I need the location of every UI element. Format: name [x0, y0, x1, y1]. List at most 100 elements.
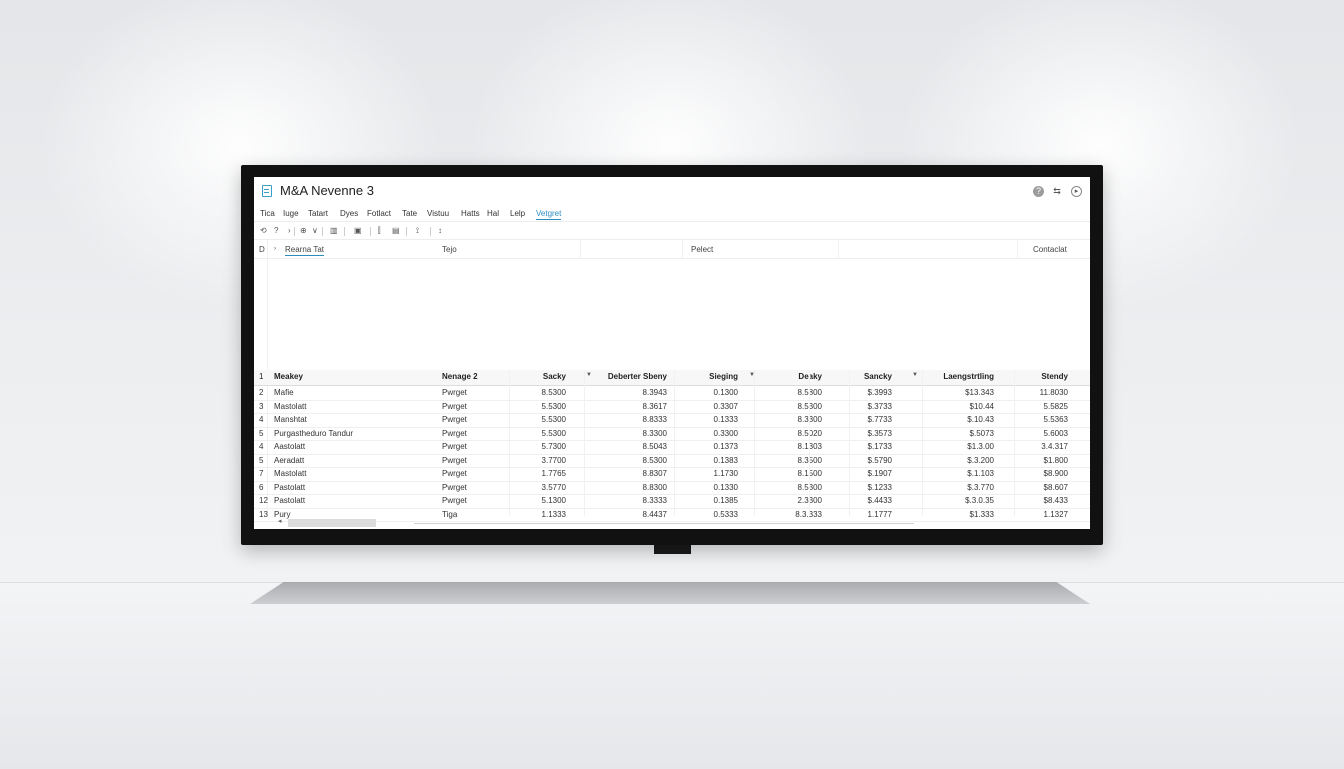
table-cell[interactable]: 3.4.317: [1034, 442, 1068, 451]
table-cell[interactable]: 8.5300: [784, 402, 822, 411]
table-row[interactable]: 7 Mastolatt Pwrget 1.7765 8.8307 1.1730 8.1500…: [254, 467, 1090, 482]
table-cell[interactable]: Mafie: [274, 388, 434, 397]
table-row[interactable]: 5 Purgastheduro Tandur Pwrget 5.5300 8.3300 0…: [254, 427, 1090, 441]
table-cell[interactable]: Aeradatt: [274, 456, 434, 465]
column-header[interactable]: Stendy: [1034, 372, 1068, 381]
table-row[interactable]: 5 Aeradatt Pwrget 3.7700 8.5300 0.1383 8.3500 $…: [254, 454, 1090, 468]
scroll-left-icon[interactable]: ◂: [278, 517, 282, 525]
table-cell[interactable]: 8.1303: [784, 442, 822, 451]
table-cell[interactable]: 0.3307: [694, 402, 738, 411]
table-cell[interactable]: Pwrget: [442, 469, 502, 478]
table-cell[interactable]: 8.3943: [596, 388, 667, 397]
table-cell[interactable]: $.7733: [854, 415, 892, 424]
column-header[interactable]: Sacky: [516, 372, 566, 381]
table-cell[interactable]: $1.800: [1034, 456, 1068, 465]
table-cell[interactable]: 3.5770: [516, 483, 566, 492]
table-cell[interactable]: 8.5043: [596, 442, 667, 451]
horizontal-scrollbar[interactable]: ◂: [254, 516, 1090, 529]
menu-item[interactable]: Hatts: [461, 209, 480, 218]
scrollbar-track[interactable]: [414, 523, 914, 524]
dropdown-icon[interactable]: ›: [288, 226, 291, 235]
table-cell[interactable]: 3.7700: [516, 456, 566, 465]
menu-item[interactable]: Fotlact: [367, 209, 391, 218]
swap-icon[interactable]: ⇆: [1050, 186, 1064, 197]
table-cell[interactable]: 8.3617: [596, 402, 667, 411]
table-cell[interactable]: 8.5800: [784, 388, 822, 397]
table-cell[interactable]: Aastolatt: [274, 442, 434, 451]
table-cell[interactable]: $8.900: [1034, 469, 1068, 478]
menu-item[interactable]: Tica: [260, 209, 275, 218]
table-cell[interactable]: 5.5825: [1034, 402, 1068, 411]
table-row[interactable]: 4 Aastolatt Pwrget 5.7300 8.5043 0.1373 8.1303…: [254, 440, 1090, 455]
filter-dropdown-icon[interactable]: ▼: [912, 372, 918, 378]
menu-item[interactable]: Iuge: [283, 209, 299, 218]
table-cell[interactable]: Pwrget: [442, 415, 502, 424]
scrollbar-thumb[interactable]: [288, 519, 376, 527]
table-cell[interactable]: 0.1385: [694, 496, 738, 505]
table-cell[interactable]: 8.8300: [596, 483, 667, 492]
table-row[interactable]: 4 Manshtat Pwrget 5.5300 8.8333 0.1333 8.3300 $…: [254, 413, 1090, 428]
table-cell[interactable]: Mastolatt: [274, 402, 434, 411]
table-cell[interactable]: 0.3300: [694, 429, 738, 438]
table-cell[interactable]: 8.1500: [784, 469, 822, 478]
table-cell[interactable]: 5.7300: [516, 442, 566, 451]
undo-icon[interactable]: ⟲: [260, 226, 267, 235]
column-header[interactable]: Deaky: [784, 372, 822, 381]
menu-item[interactable]: Dyes: [340, 209, 358, 218]
image-icon[interactable]: ▤: [392, 226, 400, 235]
sheet-tab[interactable]: Rearna Tat: [285, 245, 324, 256]
table-cell[interactable]: Pwrget: [442, 483, 502, 492]
table-cell[interactable]: $.10.43: [944, 415, 994, 424]
menu-item[interactable]: Tatart: [308, 209, 328, 218]
table-cell[interactable]: 5.1300: [516, 496, 566, 505]
table-cell[interactable]: 8.3300: [784, 415, 822, 424]
table-row[interactable]: 2 Mafie Pwrget 8.5300 8.3943 0.1300 8.5800 $.39…: [254, 386, 1090, 401]
column-header[interactable]: Laengstrtling: [926, 372, 994, 381]
table-row[interactable]: 6 Pastolatt Pwrget 3.5770 8.8300 0.1330 8.5300…: [254, 481, 1090, 495]
table-cell[interactable]: 0.1383: [694, 456, 738, 465]
table-cell[interactable]: 8.3300: [596, 429, 667, 438]
table-cell[interactable]: $.3573: [854, 429, 892, 438]
table-cell[interactable]: Pwrget: [442, 402, 502, 411]
table-cell[interactable]: 8.5300: [596, 456, 667, 465]
table-cell[interactable]: Purgastheduro Tandur: [274, 429, 434, 438]
table-cell[interactable]: 5.5300: [516, 429, 566, 438]
table-cell[interactable]: $.5073: [944, 429, 994, 438]
table-cell[interactable]: Pastolatt: [274, 483, 434, 492]
table-cell[interactable]: 8.8307: [596, 469, 667, 478]
table-cell[interactable]: 11.8030: [1034, 388, 1068, 397]
column-header[interactable]: Deberter Sbeny: [596, 372, 667, 381]
chevron-down-icon[interactable]: ∨: [312, 226, 318, 235]
table-cell[interactable]: 8.8333: [596, 415, 667, 424]
table-cell[interactable]: 0.1333: [694, 415, 738, 424]
table-row[interactable]: 12 Pastolatt Pwrget 5.1300 8.3333 0.1385 2.330…: [254, 494, 1090, 509]
table-cell[interactable]: Manshtat: [274, 415, 434, 424]
table-cell[interactable]: $.3.0.35: [944, 496, 994, 505]
help-icon[interactable]: ?: [274, 226, 278, 235]
menu-item[interactable]: Tate: [402, 209, 417, 218]
menu-item[interactable]: Lelp: [510, 209, 525, 218]
table-cell[interactable]: 0.1373: [694, 442, 738, 451]
table-cell[interactable]: $.3.770: [944, 483, 994, 492]
expand-icon[interactable]: ›: [274, 246, 276, 252]
filter-dropdown-icon[interactable]: ▼: [586, 372, 592, 378]
table-cell[interactable]: Pwrget: [442, 496, 502, 505]
table-cell[interactable]: Pwrget: [442, 456, 502, 465]
table-cell[interactable]: $8.607: [1034, 483, 1068, 492]
align-icon[interactable]: ⫿: [378, 226, 381, 236]
table-cell[interactable]: 1.7765: [516, 469, 566, 478]
table-cell[interactable]: 5.6003: [1034, 429, 1068, 438]
table-cell[interactable]: Pwrget: [442, 429, 502, 438]
menu-item[interactable]: Vistuu: [427, 209, 449, 218]
table-cell[interactable]: $1.3.00: [944, 442, 994, 451]
table-cell[interactable]: 8.5300: [784, 483, 822, 492]
table-cell[interactable]: $.3993: [854, 388, 892, 397]
table-cell[interactable]: 8.5020: [784, 429, 822, 438]
table-cell[interactable]: $.1733: [854, 442, 892, 451]
table-cell[interactable]: 5.5363: [1034, 415, 1068, 424]
filter-icon[interactable]: ⟟: [416, 226, 419, 236]
column-header[interactable]: Nenage 2: [442, 372, 478, 381]
table-cell[interactable]: $.4433: [854, 496, 892, 505]
play-icon[interactable]: ▸: [1071, 186, 1082, 197]
table-cell[interactable]: 0.1330: [694, 483, 738, 492]
